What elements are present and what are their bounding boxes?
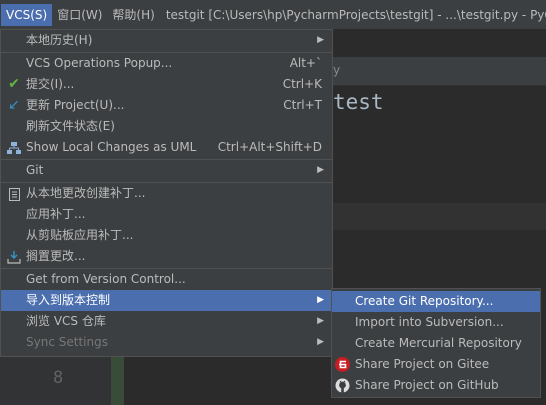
menu-item-commit[interactable]: ✔ 提交(I)... Ctrl+K — [1, 74, 332, 95]
menu-item-label: Show Local Changes as UML — [26, 140, 197, 154]
menu-item-label: 应用补丁... — [26, 207, 86, 221]
menu-item-label: 刷新文件状态(E) — [26, 119, 115, 133]
submenu-arrow-icon: ▶ — [317, 337, 324, 347]
vcs-dropdown-menu: 本地历史(H) ▶ VCS Operations Popup... Alt+` … — [0, 29, 333, 357]
menu-item-update-project[interactable]: ↙ 更新 Project(U)... Ctrl+T — [1, 95, 332, 116]
menu-item-import-into-vc[interactable]: 导入到版本控制 ▶ — [1, 290, 332, 311]
submenu-item-share-gitee[interactable]: Share Project on Gitee — [332, 354, 540, 375]
submenu-arrow-icon: ▶ — [317, 165, 324, 175]
shelve-icon — [6, 250, 22, 264]
patch-file-icon — [6, 187, 22, 201]
menu-item-label: 搁置更改... — [26, 249, 86, 263]
menu-bar: VCS(S) 窗口(W) 帮助(H) testgit [C:\Users\hp\… — [0, 0, 546, 29]
editor-code-text[interactable]: test — [333, 90, 384, 114]
menu-vcs[interactable]: VCS(S) — [1, 3, 53, 26]
menu-item-label: 导入到版本控制 — [26, 293, 111, 307]
menu-item-label: 从剪贴板应用补丁... — [26, 228, 134, 242]
submenu-item-label: Share Project on Gitee — [355, 357, 490, 371]
menu-item-get-from-vc[interactable]: Get from Version Control... — [1, 269, 332, 290]
menu-item-browse-vcs-repo[interactable]: 浏览 VCS 仓库 ▶ — [1, 311, 332, 332]
menu-item-local-history[interactable]: 本地历史(H) ▶ — [1, 30, 332, 51]
menu-item-show-local-changes-uml[interactable]: Show Local Changes as UML Ctrl+Alt+Shift… — [1, 137, 332, 158]
uml-diagram-icon — [6, 141, 22, 154]
gitee-logo-icon — [335, 357, 350, 372]
submenu-arrow-icon: ▶ — [317, 316, 324, 326]
update-arrow-icon: ↙ — [8, 97, 20, 113]
menu-item-shortcut: Ctrl+K — [282, 77, 322, 91]
submenu-item-create-git-repo[interactable]: Create Git Repository... — [332, 291, 540, 312]
submenu-item-create-mercurial-repo[interactable]: Create Mercurial Repository — [332, 333, 540, 354]
menu-item-shortcut: Ctrl+Alt+Shift+D — [217, 140, 322, 154]
import-vc-submenu: Create Git Repository... Import into Sub… — [331, 288, 541, 398]
submenu-item-label: Create Mercurial Repository — [355, 336, 522, 350]
menu-item-sync-settings[interactable]: Sync Settings ▶ — [1, 332, 332, 353]
menu-item-shortcut: Alt+` — [289, 56, 322, 70]
menu-item-label: 从本地更改创建补丁... — [26, 186, 146, 200]
submenu-arrow-icon: ▶ — [317, 35, 324, 45]
menu-item-label: 本地历史(H) — [26, 33, 93, 47]
submenu-item-share-github[interactable]: Share Project on GitHub — [332, 375, 540, 396]
editor-tab-bar: y — [333, 57, 546, 86]
submenu-item-label: Import into Subversion... — [355, 315, 504, 329]
menu-item-vcs-operations-popup[interactable]: VCS Operations Popup... Alt+` — [1, 53, 332, 74]
submenu-item-label: Share Project on GitHub — [355, 378, 499, 392]
menu-item-apply-patch-clipboard[interactable]: 从剪贴板应用补丁... — [1, 225, 332, 246]
menu-help[interactable]: 帮助(H) — [107, 4, 159, 26]
menu-item-label: Sync Settings — [26, 335, 108, 349]
menu-window[interactable]: 窗口(W) — [52, 4, 107, 26]
menu-item-git[interactable]: Git ▶ — [1, 160, 332, 181]
menu-item-create-patch[interactable]: 从本地更改创建补丁... — [1, 183, 332, 204]
menu-item-refresh-file-status[interactable]: 刷新文件状态(E) — [1, 116, 332, 137]
check-icon: ✔ — [8, 76, 20, 92]
submenu-item-label: Create Git Repository... — [355, 294, 494, 308]
menu-item-label: 提交(I)... — [26, 77, 75, 91]
line-number: 8 — [53, 368, 64, 388]
github-logo-icon — [335, 378, 350, 393]
menu-item-label: 浏览 VCS 仓库 — [26, 314, 106, 328]
menu-item-shelve-changes[interactable]: 搁置更改... — [1, 246, 332, 267]
menu-item-label: Git — [26, 163, 44, 177]
window-title: testgit [C:\Users\hp\PycharmProjects\tes… — [165, 7, 546, 22]
menu-item-label: VCS Operations Popup... — [26, 56, 173, 70]
menu-item-shortcut: Ctrl+T — [283, 98, 322, 112]
editor-tab[interactable]: y — [333, 63, 340, 77]
menu-item-label: Get from Version Control... — [26, 272, 186, 286]
submenu-item-import-subversion[interactable]: Import into Subversion... — [332, 312, 540, 333]
submenu-arrow-icon: ▶ — [317, 295, 324, 305]
menu-item-label: 更新 Project(U)... — [26, 98, 125, 112]
editor-line-highlight — [333, 203, 546, 230]
vcs-change-marker — [111, 355, 124, 405]
menu-item-apply-patch[interactable]: 应用补丁... — [1, 204, 332, 225]
